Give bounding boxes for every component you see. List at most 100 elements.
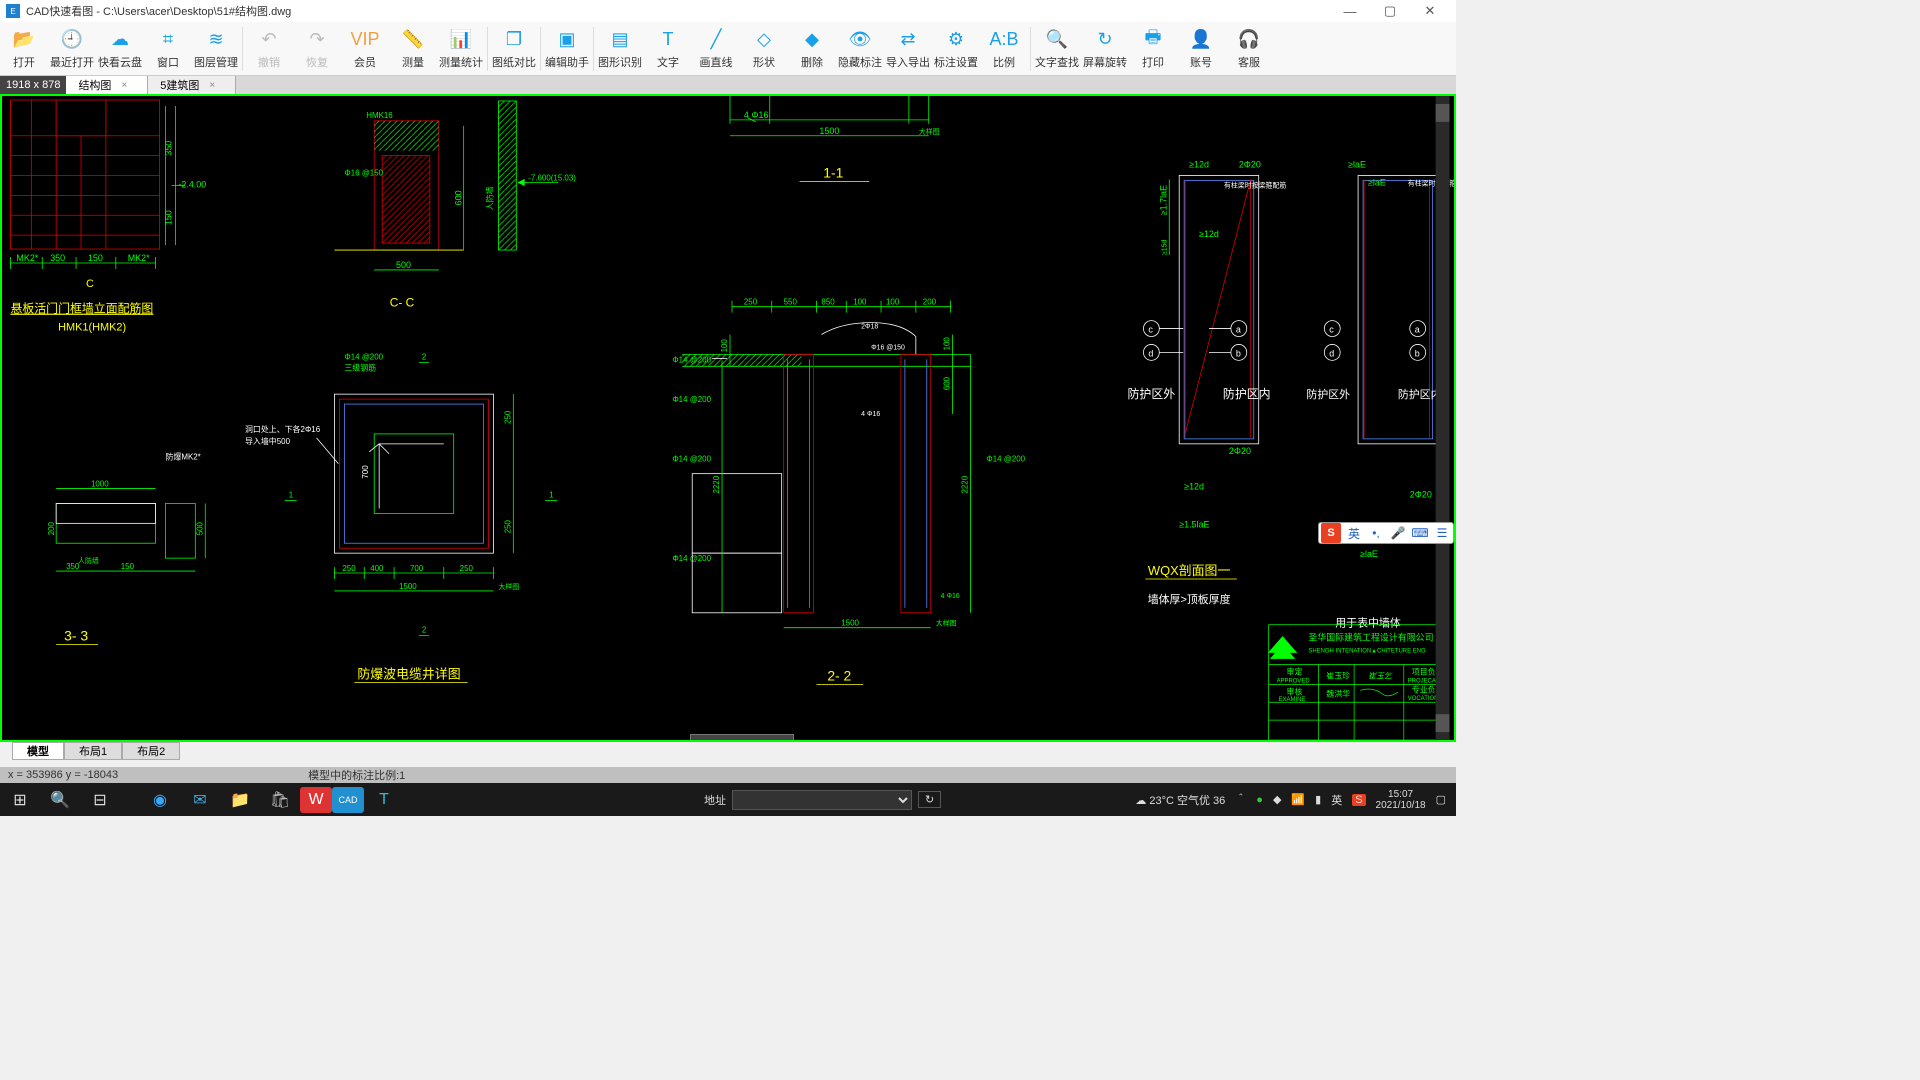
drawing-canvas[interactable]: MK2* 350 150 MK2* -2.4.00 350150 C 悬板活门门…	[0, 94, 1456, 742]
ribbon-scale-button[interactable]: A:B比例	[980, 22, 1028, 76]
ribbon-compare-button[interactable]: ❐图纸对比	[490, 22, 538, 76]
svg-text:2Φ18: 2Φ18	[861, 324, 878, 331]
store-icon[interactable]: 🛍	[260, 783, 300, 816]
tray-clock[interactable]: 15:072021/10/18	[1376, 789, 1426, 811]
minimize-button[interactable]: —	[1330, 4, 1370, 19]
ribbon-helper-button[interactable]: ▣编辑助手	[543, 22, 591, 76]
ime-punct[interactable]: •,	[1365, 526, 1387, 540]
ribbon-open-button[interactable]: 📂打开	[0, 22, 48, 76]
app-t-icon[interactable]: T	[364, 783, 404, 816]
svg-text:400: 400	[370, 564, 384, 573]
ime-keyboard[interactable]: ⌨	[1409, 526, 1431, 540]
ribbon-recog-button[interactable]: ▤图形识别	[596, 22, 644, 76]
search-icon[interactable]: 🔍	[40, 783, 80, 816]
svg-text:人防墙: 人防墙	[484, 186, 494, 210]
tray-notifications-icon[interactable]: ▢	[1436, 793, 1446, 806]
weather-widget[interactable]: ☁ 23°C 空气优 36	[1135, 792, 1225, 808]
shape-icon: ◇	[753, 29, 775, 51]
ribbon-layer-button[interactable]: ≋图层管理	[192, 22, 240, 76]
svg-text:≥1.5laE: ≥1.5laE	[1179, 519, 1209, 529]
tab-close-icon[interactable]: ×	[209, 80, 215, 91]
layout-tab-布局1[interactable]: 布局1	[64, 742, 122, 760]
tray-chevron-icon[interactable]: ＾	[1235, 792, 1246, 808]
ribbon-text-button[interactable]: T文字	[644, 22, 692, 76]
explorer-icon[interactable]: 📁	[220, 783, 260, 816]
layout-tab-布局2[interactable]: 布局2	[122, 742, 180, 760]
ribbon-shape-button[interactable]: ◇形状	[740, 22, 788, 76]
ribbon-window-button[interactable]: ⌗窗口	[144, 22, 192, 76]
fig-topleft: MK2* 350 150 MK2* -2.4.00 350150 C 悬板活门门…	[10, 100, 206, 334]
ime-menu[interactable]: ☰	[1431, 526, 1453, 540]
svg-text:b: b	[1415, 348, 1420, 358]
ribbon-vip-button[interactable]: VIP会员	[341, 22, 389, 76]
svg-text:a: a	[1236, 325, 1241, 335]
svg-text:2- 2: 2- 2	[827, 667, 851, 683]
close-button[interactable]: ✕	[1410, 3, 1450, 19]
svg-text:≥12d: ≥12d	[1199, 229, 1219, 239]
redo-icon: ↷	[306, 29, 328, 51]
ribbon-rotate-button[interactable]: ↻屏幕旋转	[1081, 22, 1129, 76]
ribbon-recent-button[interactable]: 🕘最近打开	[48, 22, 96, 76]
ribbon-hide-button[interactable]: 👁隐藏标注	[836, 22, 884, 76]
ribbon-findtext-button[interactable]: 🔍文字查找	[1033, 22, 1081, 76]
ribbon-support-button[interactable]: 🎧客服	[1225, 22, 1273, 76]
svg-text:大样图: 大样图	[936, 619, 957, 628]
svg-text:MK2*: MK2*	[16, 253, 38, 263]
layout-tab-模型[interactable]: 模型	[12, 742, 64, 760]
svg-text:≥12d: ≥12d	[1184, 482, 1204, 492]
edge-icon[interactable]: ◉	[140, 783, 180, 816]
svg-text:审核: 审核	[1287, 686, 1303, 696]
svg-text:700: 700	[361, 465, 370, 479]
svg-text:专业负: 专业负	[1412, 684, 1436, 694]
wps-icon[interactable]: W	[300, 787, 332, 813]
maximize-button[interactable]: ▢	[1370, 3, 1410, 19]
ime-lang[interactable]: 英	[1343, 525, 1365, 542]
measure-icon: 📏	[402, 29, 424, 51]
taskview-icon[interactable]: ⊟	[80, 783, 120, 816]
ribbon-account-button[interactable]: 👤账号	[1177, 22, 1225, 76]
svg-text:HMK16: HMK16	[366, 111, 393, 120]
tab-close-icon[interactable]: ×	[121, 80, 127, 91]
svg-text:1500: 1500	[819, 126, 839, 136]
ribbon-delete-button[interactable]: ◆删除	[788, 22, 836, 76]
svg-text:PROJECAN: PROJECAN	[1408, 678, 1440, 684]
svg-text:大样图: 大样图	[919, 127, 940, 136]
scale-readout: 模型中的标注比例:1	[308, 767, 405, 783]
ribbon-line-button[interactable]: ╱画直线	[692, 22, 740, 76]
address-combo[interactable]	[732, 790, 912, 810]
tray-battery-icon[interactable]: ▮	[1315, 793, 1321, 806]
ribbon-annoset-button[interactable]: ⚙标注设置	[932, 22, 980, 76]
start-button[interactable]: ⊞	[0, 783, 40, 816]
svg-text:3- 3: 3- 3	[64, 628, 88, 644]
svg-text:圣华国际建筑工程设计有限公司: 圣华国际建筑工程设计有限公司	[1308, 632, 1433, 643]
ribbon-print-button[interactable]: 🖶打印	[1129, 22, 1177, 76]
mail-icon[interactable]: ✉	[180, 783, 220, 816]
tray-wechat-icon[interactable]: ●	[1256, 794, 1263, 806]
coord-readout: x = 353986 y = -18043	[8, 769, 118, 781]
ime-toolbar[interactable]: S 英 •, 🎤 ⌨ ☰	[1318, 522, 1454, 544]
ribbon-stats-button[interactable]: 📊测量统计	[437, 22, 485, 76]
tray-lang[interactable]: 英	[1331, 792, 1342, 808]
ribbon-measure-button[interactable]: 📏测量	[389, 22, 437, 76]
tray-wifi-icon[interactable]: 📶	[1291, 793, 1305, 806]
svg-text:4 Φ16: 4 Φ16	[744, 110, 769, 120]
svg-text:100: 100	[943, 337, 952, 351]
cadviewer-icon[interactable]: CAD	[332, 787, 364, 813]
ribbon-io-button[interactable]: ⇄导入导出	[884, 22, 932, 76]
svg-text:150: 150	[163, 210, 173, 225]
tab-结构图[interactable]: 结构图×	[66, 76, 148, 94]
tab-5建筑图[interactable]: 5建筑图×	[148, 76, 236, 94]
cloud-icon: ☁	[109, 29, 131, 51]
tray-app-icon[interactable]: ◆	[1273, 793, 1281, 806]
sogou-icon: S	[1321, 523, 1341, 543]
annoset-icon: ⚙	[945, 29, 967, 51]
ribbon-cloud-button[interactable]: ☁快看云盘	[96, 22, 144, 76]
tray-ime-icon[interactable]: S	[1352, 794, 1365, 806]
recent-icon: 🕘	[61, 29, 83, 51]
layout-tabs: 模型布局1布局2	[12, 742, 180, 760]
ime-voice[interactable]: 🎤	[1387, 526, 1409, 540]
go-button[interactable]: ↻	[918, 791, 941, 808]
svg-text:C: C	[86, 278, 94, 290]
svg-text:200: 200	[923, 298, 937, 307]
svg-text:≥laE: ≥laE	[1348, 160, 1366, 170]
